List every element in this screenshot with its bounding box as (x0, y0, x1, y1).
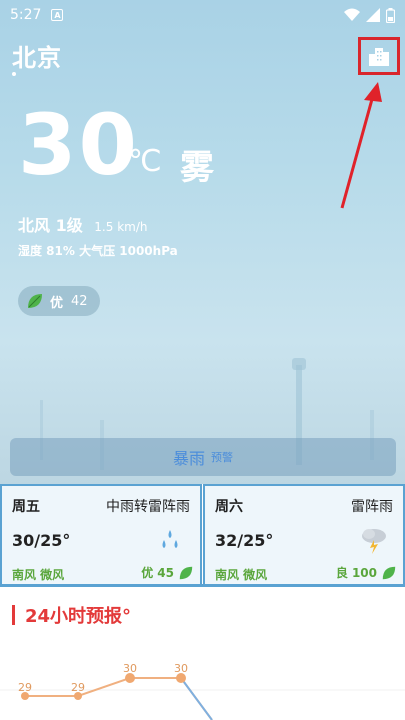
signal-icon (366, 8, 380, 22)
rain-icon (162, 530, 178, 548)
forecast-card-sat[interactable]: 周六 雷阵雨 32/25° 南风 微风 良 100 (203, 484, 405, 584)
forecast-day: 周五 (12, 499, 40, 515)
battery-icon (386, 7, 395, 23)
city-name[interactable]: 北京 (12, 38, 62, 73)
hourly-temp-label: 30 (174, 662, 188, 675)
aqi-value: 42 (71, 293, 88, 309)
forecast-condition: 中雨转雷阵雨 (106, 499, 190, 515)
leaf-icon (179, 566, 193, 579)
humidity-pressure: 湿度 81% 大气压 1000hPa (18, 244, 178, 258)
forecast-day: 周六 (215, 499, 243, 515)
city-buildings-icon (369, 48, 389, 66)
forecast-condition: 雷阵雨 (351, 499, 393, 515)
status-bar: 5:27 A (0, 0, 405, 30)
hourly-chart: 29 29 30 30 (0, 662, 405, 720)
hourly-section-title: 24小时预报° (12, 602, 131, 628)
forecast-card-fri[interactable]: 周五 中雨转雷阵雨 30/25° 南风 微风 优 45 (0, 484, 202, 584)
app-notification-icon: A (51, 9, 64, 21)
forecast-wind: 南风 微风 (12, 568, 65, 582)
aqi-badge[interactable]: 优 42 (18, 286, 100, 316)
daily-forecast: 周五 中雨转雷阵雨 30/25° 南风 微风 优 45 周六 雷阵雨 32/25… (0, 484, 405, 584)
hourly-title: 24小时预报° (25, 606, 132, 627)
annotation-arrow (340, 82, 382, 209)
section-accent-bar (12, 605, 15, 625)
wind-speed: 1.5 km/h (94, 220, 148, 234)
forecast-wind: 南风 微风 (215, 568, 268, 582)
wind-info: 北风 1级 1.5 km/h (18, 212, 147, 236)
forecast-temp: 30/25° (12, 531, 71, 550)
temperature-unit: ℃ (128, 144, 162, 179)
current-condition: 雾 (180, 148, 214, 188)
wind-level: 北风 1级 (18, 216, 83, 235)
hourly-temp-label: 29 (71, 681, 85, 694)
current-temperature: 30 (18, 96, 139, 194)
weather-alert-bar[interactable]: 暴雨 预警 (10, 438, 396, 476)
forecast-aqi-label: 优 (141, 566, 154, 580)
forecast-aqi-label: 良 (335, 566, 348, 580)
hourly-temp-line (25, 677, 213, 720)
forecast-aqi: 优 45 (141, 564, 194, 581)
forecast-aqi-value: 45 (157, 565, 174, 580)
alert-label: 暴雨 (172, 449, 205, 468)
leaf-icon (382, 566, 396, 579)
page-indicator-dot (12, 72, 16, 76)
leaf-icon (28, 294, 42, 308)
thunderstorm-icon (362, 529, 386, 554)
hourly-temp-label: 29 (18, 681, 32, 694)
status-icons (344, 7, 395, 23)
forecast-aqi-value: 100 (351, 565, 377, 580)
weather-hero: 5:27 A 北京 30 ℃ 雾 北风 1级 1.5 km/h 湿度 81% 大… (0, 0, 405, 488)
wifi-icon (344, 8, 360, 21)
aqi-label: 优 (50, 295, 64, 311)
alert-sub: 预警 (211, 451, 233, 464)
forecast-temp: 32/25° (215, 531, 274, 550)
hourly-temp-label: 30 (123, 662, 137, 675)
city-manage-button[interactable] (358, 37, 400, 75)
forecast-divider (0, 584, 405, 587)
status-time: 5:27 (10, 7, 42, 23)
forecast-aqi: 良 100 (336, 564, 397, 581)
